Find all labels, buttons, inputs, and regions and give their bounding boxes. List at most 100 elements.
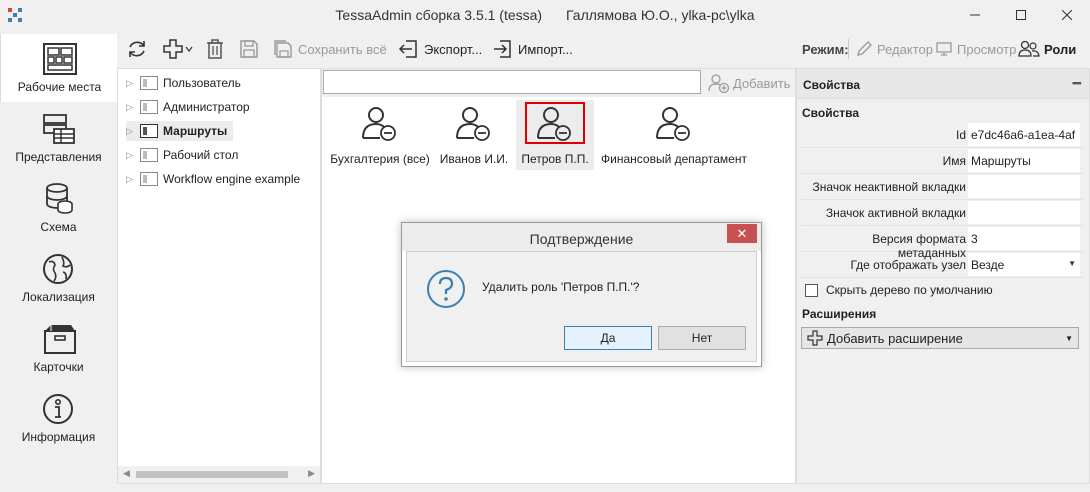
collapse-panel-button[interactable]: ━ bbox=[1073, 75, 1081, 92]
delete-button[interactable] bbox=[204, 38, 230, 60]
properties-header: Свойства ━ bbox=[797, 69, 1089, 99]
scrollbar-thumb[interactable] bbox=[136, 471, 288, 478]
property-label: Значок неактивной вкладки bbox=[812, 180, 966, 194]
user-remove-icon bbox=[537, 107, 571, 141]
role-tile[interactable]: Бухгалтерия (все) bbox=[330, 100, 430, 170]
sidebar-item-label: Представления bbox=[15, 150, 102, 164]
tree-item[interactable]: ▷ Workflow engine example bbox=[126, 169, 300, 189]
property-value-metadata-version[interactable]: 3 bbox=[968, 227, 1080, 250]
no-button[interactable]: Нет bbox=[658, 326, 746, 350]
export-icon bbox=[398, 40, 417, 58]
role-tile[interactable]: Иванов И.И. bbox=[434, 100, 514, 170]
sidebar-item-workspaces[interactable]: Рабочие места bbox=[0, 34, 117, 102]
import-label: Импорт... bbox=[518, 41, 573, 57]
tree-item-label: Администратор bbox=[163, 100, 250, 114]
chevron-down-icon: ▼ bbox=[1065, 334, 1073, 343]
property-value-inactive-icon[interactable] bbox=[968, 175, 1080, 198]
sidebar-item-label: Карточки bbox=[33, 360, 84, 374]
sidebar-item-schema[interactable]: Схема bbox=[0, 174, 117, 242]
sidebar-item-localization[interactable]: Локализация bbox=[0, 244, 117, 312]
expand-arrow-icon[interactable]: ▷ bbox=[126, 126, 136, 137]
workspace-node-icon bbox=[140, 76, 158, 90]
save-all-button[interactable]: Сохранить всё bbox=[272, 38, 387, 60]
property-label: Id bbox=[955, 128, 966, 142]
export-button[interactable]: Экспорт... bbox=[398, 38, 482, 60]
refresh-icon bbox=[129, 41, 145, 57]
database-icon bbox=[46, 183, 73, 214]
mode-editor-button[interactable]: Редактор bbox=[855, 38, 933, 60]
tree-item-label: Маршруты bbox=[163, 124, 228, 138]
workspace-node-icon bbox=[140, 148, 158, 162]
expand-arrow-icon[interactable]: ▷ bbox=[126, 174, 136, 185]
close-icon: ✕ bbox=[736, 226, 748, 241]
minimize-icon bbox=[970, 14, 980, 16]
role-tile[interactable]: Финансовый департамент bbox=[598, 100, 750, 170]
expand-arrow-icon[interactable]: ▷ bbox=[126, 78, 136, 89]
tree-item[interactable]: ▷ Рабочий стол bbox=[126, 145, 238, 165]
role-name: Иванов И.И. bbox=[439, 152, 509, 166]
import-button[interactable]: Импорт... bbox=[492, 38, 573, 60]
role-name: Бухгалтерия (все) bbox=[330, 152, 430, 166]
workspace-tree: ▷ Пользователь ▷ Администратор ▷ Маршрут… bbox=[117, 68, 321, 484]
property-row-metadata-version: Версия формата метаданных 3 bbox=[801, 226, 1083, 260]
export-label: Экспорт... bbox=[424, 41, 483, 57]
maximize-button[interactable] bbox=[998, 0, 1044, 30]
hide-tree-checkbox-row[interactable]: Скрыть дерево по умолчанию bbox=[805, 283, 993, 297]
dialog-close-button[interactable]: ✕ bbox=[727, 224, 757, 243]
mode-roles-button[interactable]: Роли bbox=[1018, 38, 1076, 60]
property-value-active-icon[interactable] bbox=[968, 201, 1080, 224]
sidebar-item-cards[interactable]: Карточки bbox=[0, 314, 117, 382]
display-location-select[interactable]: Везде ▼ bbox=[968, 253, 1080, 276]
tree-item[interactable]: ▷ Пользователь bbox=[126, 73, 241, 93]
sidebar-item-views[interactable]: Представления bbox=[0, 104, 117, 172]
window-title: TessaAdmin сборка 3.5.1 (tessa) Галлямов… bbox=[0, 7, 1090, 23]
sidebar-item-information[interactable]: Информация bbox=[0, 384, 117, 452]
expand-arrow-icon[interactable]: ▷ bbox=[126, 150, 136, 161]
maximize-icon bbox=[1016, 10, 1026, 20]
property-label: Где отображать узел bbox=[850, 258, 966, 272]
hide-tree-checkbox[interactable] bbox=[805, 283, 818, 297]
minimize-button[interactable] bbox=[952, 0, 998, 30]
pencil-icon bbox=[857, 41, 872, 56]
roles-icon bbox=[1018, 40, 1040, 57]
property-label: Значок активной вкладки bbox=[825, 206, 966, 220]
tree-item-label: Workflow engine example bbox=[163, 172, 301, 186]
add-dropdown-button[interactable] bbox=[162, 38, 197, 60]
sidebar: Рабочие места Представления Схема Локали… bbox=[0, 30, 117, 492]
role-tile-selected[interactable]: Петров П.П. bbox=[516, 100, 594, 170]
user-remove-icon bbox=[362, 107, 396, 141]
toolbar-separator bbox=[848, 39, 849, 59]
mode-preview-button[interactable]: Просмотр bbox=[935, 38, 1016, 60]
tree-horizontal-scrollbar[interactable]: ◀ ▶ bbox=[118, 466, 320, 483]
property-value-name[interactable]: Маршруты bbox=[968, 149, 1080, 172]
add-user-icon bbox=[708, 74, 730, 93]
expand-arrow-icon[interactable]: ▷ bbox=[126, 102, 136, 113]
property-value-id[interactable]: e7dc46a6-a1ea-4af bbox=[968, 123, 1080, 146]
tree-item-selected[interactable]: ▷ Маршруты bbox=[126, 121, 234, 141]
yes-button[interactable]: Да bbox=[564, 326, 652, 350]
scroll-left-icon[interactable]: ◀ bbox=[123, 468, 130, 479]
confirm-dialog: Подтверждение ✕ Удалить роль 'Петров П.П… bbox=[401, 222, 762, 367]
save-all-label: Сохранить всё bbox=[298, 41, 387, 57]
properties-panel-title: Свойства bbox=[803, 78, 861, 92]
scroll-right-icon[interactable]: ▶ bbox=[308, 468, 315, 479]
property-row-active-icon: Значок активной вкладки bbox=[801, 200, 1083, 226]
mode-editor-label: Редактор bbox=[877, 41, 933, 57]
role-name: Финансовый департамент bbox=[601, 152, 747, 166]
workspace-grid-icon bbox=[43, 43, 77, 75]
add-extension-button[interactable]: Добавить расширение ▼ bbox=[801, 327, 1079, 349]
add-role-button[interactable]: Добавить bbox=[708, 73, 790, 93]
tree-item-label: Рабочий стол bbox=[163, 148, 239, 162]
refresh-button[interactable] bbox=[126, 38, 152, 60]
property-row-id: Id e7dc46a6-a1ea-4af bbox=[801, 122, 1083, 148]
trash-icon bbox=[207, 39, 223, 59]
chevron-down-icon bbox=[185, 46, 193, 52]
user-info: Галлямова Ю.О., ylka-pc\ylka bbox=[565, 7, 755, 23]
close-window-button[interactable] bbox=[1044, 0, 1090, 30]
import-icon bbox=[494, 40, 511, 58]
extensions-section-title: Расширения bbox=[802, 307, 877, 321]
box-icon bbox=[44, 325, 76, 354]
save-button[interactable] bbox=[238, 38, 264, 60]
role-search-input[interactable] bbox=[323, 70, 701, 94]
tree-item[interactable]: ▷ Администратор bbox=[126, 97, 250, 117]
